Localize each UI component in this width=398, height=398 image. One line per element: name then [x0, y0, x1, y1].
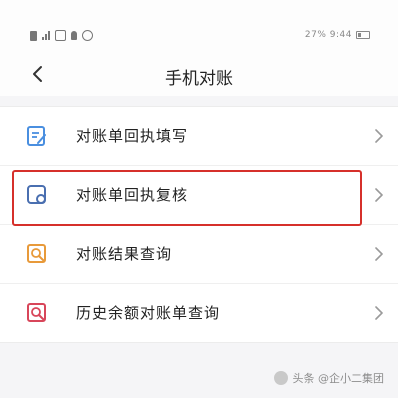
watermark-text: 头条 @企小二集团 [292, 372, 385, 385]
page-title: 手机对账 [165, 69, 233, 89]
status-right: 27% 9:44 [305, 30, 370, 40]
sim-icon [30, 30, 37, 41]
menu-item-label: 对账单回执复核 [76, 186, 189, 204]
chevron-right-icon [375, 306, 383, 320]
watermark-logo-icon [273, 371, 288, 385]
sync-icon [82, 30, 93, 41]
chevron-right-icon [375, 188, 383, 202]
menu-item-result-query[interactable]: 对账结果查询 [0, 225, 398, 284]
nav-bar: 手机对账 [0, 56, 398, 96]
menu-item-label: 历史余额对账单查询 [76, 304, 221, 322]
bell-icon [71, 31, 77, 40]
menu-item-history-query[interactable]: 历史余额对账单查询 [0, 284, 398, 342]
watermark: 头条 @企小二集团 [273, 370, 385, 386]
signal-icon [42, 31, 50, 40]
status-icons-left [30, 30, 93, 41]
menu-item-receipt-fill[interactable]: 对账单回执填写 [0, 107, 398, 166]
review-icon [27, 185, 46, 204]
menu-item-label: 对账结果查询 [76, 245, 173, 263]
result-search-icon [27, 244, 46, 263]
chevron-right-icon [375, 129, 383, 143]
chevron-right-icon [375, 247, 383, 261]
edit-form-icon [27, 126, 46, 146]
status-bar: 27% 9:44 [0, 0, 398, 56]
app-notification-icon [55, 30, 66, 41]
menu-item-label: 对账单回执填写 [76, 127, 189, 145]
status-time-battery-text: 27% 9:44 [304, 30, 352, 40]
menu-item-receipt-review[interactable]: 对账单回执复核 [0, 166, 398, 225]
menu-list: 对账单回执填写 对账单回执复核 对账结果查询 历史余额对账单查询 [0, 106, 398, 343]
history-search-icon [27, 303, 46, 322]
battery-icon [356, 31, 370, 39]
